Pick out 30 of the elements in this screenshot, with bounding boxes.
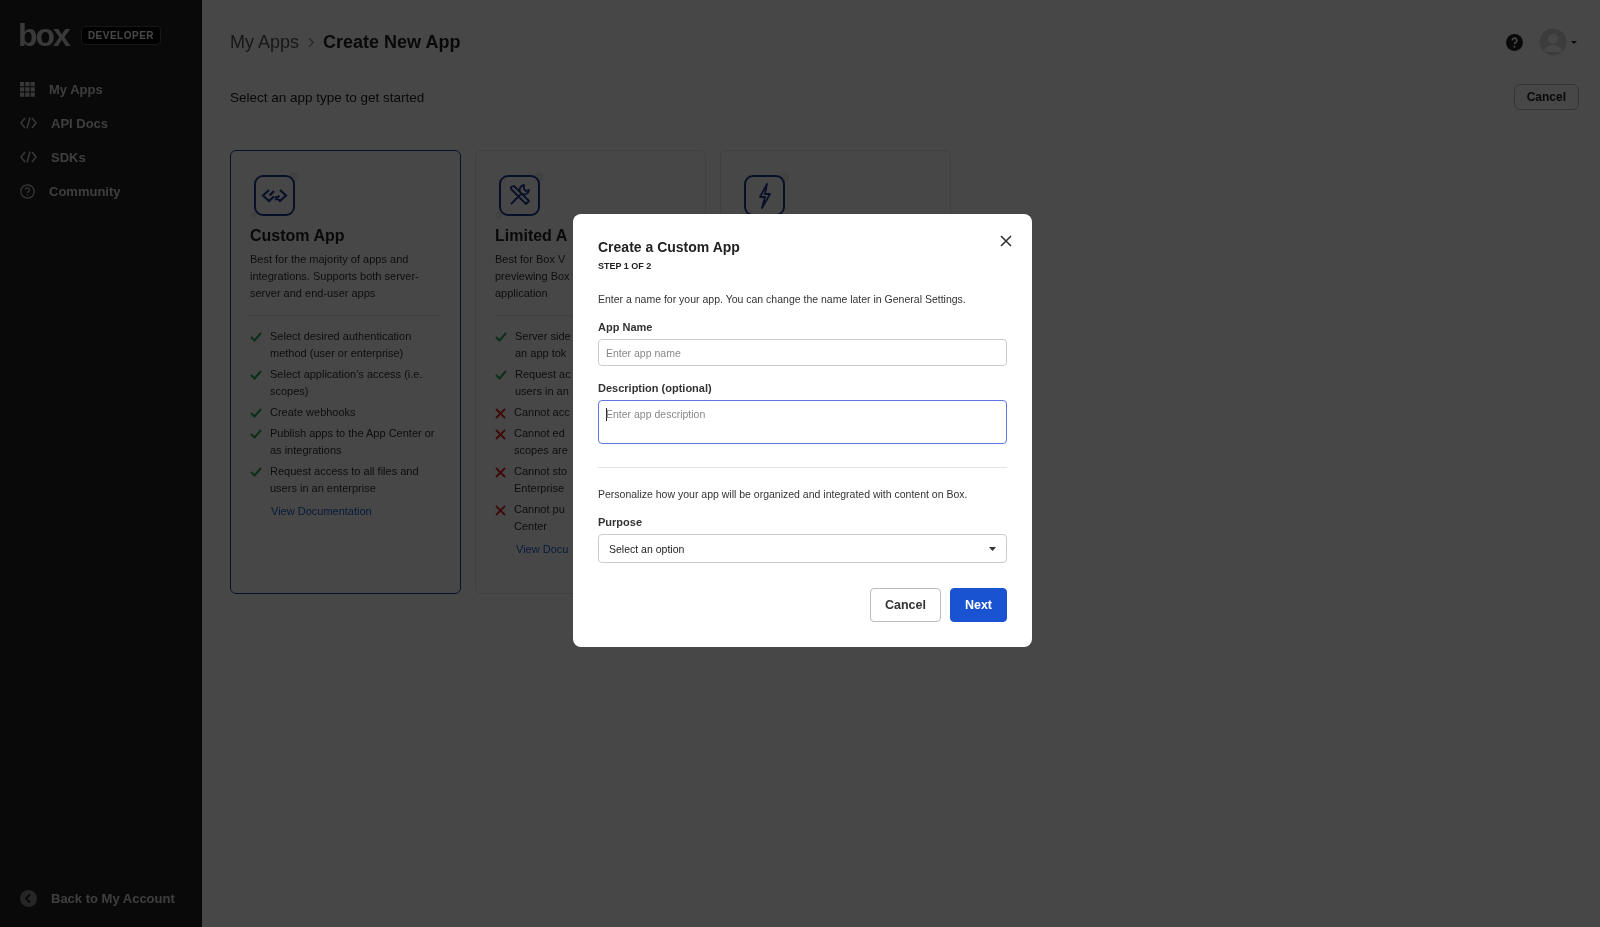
feature-text: Enterprise [514, 481, 565, 496]
description-field[interactable]: Enter app description [598, 400, 1007, 444]
subtitle: Select an app type to get started [230, 89, 425, 105]
card-description: previewing Box [495, 269, 570, 284]
feature-text: Server side [515, 329, 571, 344]
field-label: Description (optional) [598, 382, 713, 394]
field-label: App Name [598, 321, 654, 333]
feature-text: Center [514, 519, 548, 534]
cancel-button[interactable]: Cancel [869, 588, 941, 622]
purpose-dropdown[interactable]: Select an option [598, 534, 1007, 563]
documentation-link[interactable]: View Docu [516, 543, 569, 555]
card-title: Custom App [250, 227, 346, 245]
breadcrumb-item: Create New App [323, 31, 461, 53]
intro-text: Enter a name for your app. You can change the name later in General Settings. [598, 293, 967, 305]
feature-text: Cannot pu [514, 502, 565, 517]
feature-text: Create webhooks [270, 406, 356, 418]
feature-text: Cannot acc [514, 405, 570, 420]
app-name-field[interactable]: Enter app name [598, 339, 1007, 366]
feature-text: Cannot ed [514, 426, 565, 441]
modal-title: Create a Custom App [598, 239, 741, 255]
card-title: Limited A [495, 227, 569, 245]
step-indicator: STEP 1 OF 2 [598, 261, 653, 271]
card-description: application [495, 286, 548, 301]
next-button[interactable]: Next [949, 588, 1007, 622]
field-label: Purpose [598, 516, 643, 528]
personalize-text: Personalize how your app will be organized and integrated with content on Box. [598, 488, 969, 500]
close-icon[interactable] [1000, 235, 1012, 247]
card-description: Best for Box V [495, 252, 566, 267]
caret-icon [989, 546, 996, 551]
documentation-link[interactable]: View Documentation [271, 505, 372, 517]
